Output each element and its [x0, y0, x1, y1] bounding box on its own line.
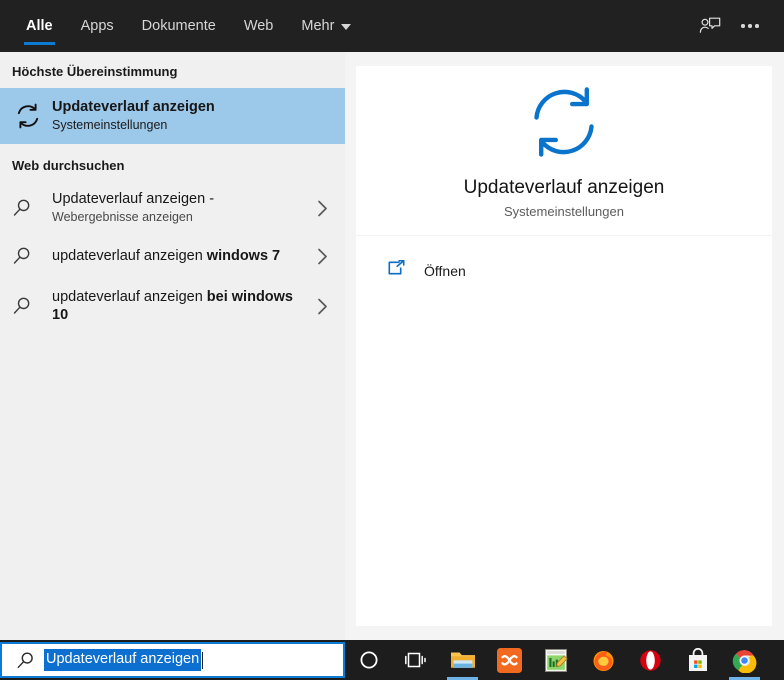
- web-search-header: Web durchsuchen: [12, 158, 125, 173]
- search-icon: [12, 198, 52, 218]
- tab-alle[interactable]: Alle: [12, 0, 67, 52]
- web-result-1-query: updateverlauf anzeigen: [52, 247, 207, 264]
- firefox-icon[interactable]: [580, 640, 627, 680]
- results-panel: Höchste Übereinstimmung Updateverlauf an…: [0, 52, 345, 640]
- topbar-actions: [690, 0, 784, 52]
- open-action-label: Öffnen: [424, 263, 466, 279]
- opera-icon[interactable]: [627, 640, 674, 680]
- open-action[interactable]: Öffnen: [356, 248, 772, 294]
- preview-panel: Updateverlauf anzeigen Systemeinstellung…: [345, 52, 784, 640]
- web-result-2-text: updateverlauf anzeigen bei windows 10: [52, 288, 311, 324]
- chevron-right-icon: [311, 248, 333, 265]
- web-result-1-title: updateverlauf anzeigen windows 7: [52, 247, 305, 265]
- taskbar-app-icons: [345, 640, 768, 680]
- file-explorer-icon[interactable]: [439, 640, 486, 680]
- search-input-value: Updateverlauf anzeigen: [44, 649, 202, 671]
- tab-dokumente[interactable]: Dokumente: [128, 0, 230, 52]
- microsoft-store-icon[interactable]: [674, 640, 721, 680]
- preview-actions: Öffnen: [356, 236, 772, 626]
- chevron-right-icon: [311, 200, 333, 217]
- tab-apps[interactable]: Apps: [67, 0, 128, 52]
- web-result-0-text: Updateverlauf anzeigen - Webergebnisse a…: [52, 190, 311, 225]
- tab-dokumente-label: Dokumente: [141, 18, 216, 34]
- tab-mehr[interactable]: Mehr: [287, 0, 365, 52]
- chevron-right-icon: [311, 298, 333, 315]
- web-result-2[interactable]: updateverlauf anzeigen bei windows 10: [0, 278, 345, 334]
- sync-icon: [12, 100, 52, 132]
- feedback-icon[interactable]: [690, 6, 730, 46]
- tab-alle-label: Alle: [26, 18, 53, 34]
- search-window: Alle Apps Dokumente Web Mehr Höchste Übe…: [0, 0, 784, 680]
- chrome-icon[interactable]: [721, 640, 768, 680]
- task-view-icon[interactable]: [392, 640, 439, 680]
- preview-sync-icon: [523, 82, 605, 167]
- web-result-0-subtitle: Webergebnisse anzeigen: [52, 210, 193, 225]
- cortana-icon[interactable]: [345, 640, 392, 680]
- web-result-1-text: updateverlauf anzeigen windows 7: [52, 247, 311, 265]
- more-options-icon[interactable]: [730, 6, 770, 46]
- tab-active-indicator: [24, 42, 55, 45]
- text-cursor: [202, 651, 204, 669]
- best-match-text: Updateverlauf anzeigen Systemeinstellung…: [52, 98, 333, 133]
- preview-subtitle: Systemeinstellungen: [504, 204, 624, 219]
- xampp-icon[interactable]: [486, 640, 533, 680]
- best-match-result[interactable]: Updateverlauf anzeigen Systemeinstellung…: [0, 88, 345, 144]
- open-external-icon: [387, 259, 406, 282]
- chevron-down-icon: [341, 24, 352, 30]
- search-filter-bar: Alle Apps Dokumente Web Mehr: [0, 0, 784, 52]
- preview-title: Updateverlauf anzeigen: [463, 177, 665, 198]
- web-result-0[interactable]: Updateverlauf anzeigen - Webergebnisse a…: [0, 182, 345, 234]
- tab-mehr-label: Mehr: [301, 18, 335, 34]
- web-result-2-title: updateverlauf anzeigen bei windows 10: [52, 288, 305, 324]
- web-result-2-query: updateverlauf anzeigen: [52, 288, 207, 305]
- notepad-plus-plus-icon[interactable]: [533, 640, 580, 680]
- best-match-header: Höchste Übereinstimmung: [12, 64, 178, 79]
- web-result-1[interactable]: updateverlauf anzeigen windows 7: [0, 234, 345, 278]
- tab-web-label: Web: [243, 18, 274, 34]
- best-match-subtitle: Systemeinstellungen: [52, 118, 168, 133]
- ellipsis-dots: [741, 24, 759, 28]
- filter-tabs: Alle Apps Dokumente Web Mehr: [0, 0, 365, 52]
- search-icon: [12, 296, 52, 316]
- search-icon: [12, 246, 52, 266]
- tab-apps-label: Apps: [80, 18, 114, 34]
- best-match-title: Updateverlauf anzeigen: [52, 99, 215, 116]
- taskbar: Updateverlauf anzeigen: [0, 640, 784, 680]
- web-result-1-suffix: windows 7: [206, 247, 281, 264]
- search-input[interactable]: Updateverlauf anzeigen: [0, 642, 345, 678]
- preview-card: Updateverlauf anzeigen Systemeinstellung…: [356, 66, 772, 235]
- web-result-0-title: Updateverlauf anzeigen -: [52, 191, 215, 208]
- tab-web[interactable]: Web: [230, 0, 288, 52]
- search-icon: [12, 651, 38, 670]
